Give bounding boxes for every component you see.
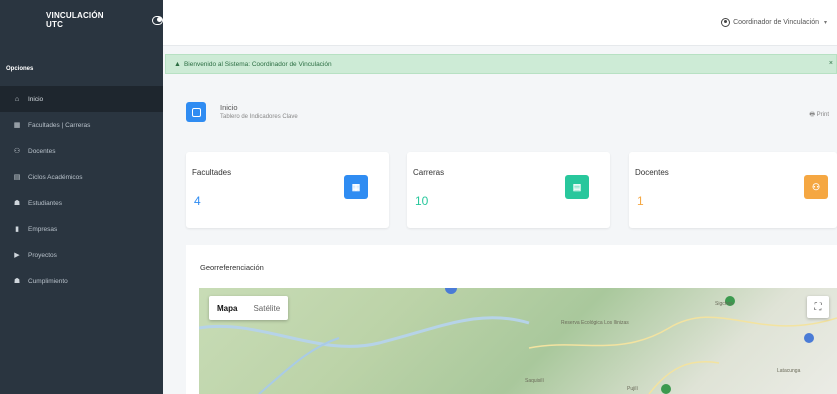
warning-icon: ▲ xyxy=(174,60,181,68)
stat-label: Docentes xyxy=(635,168,669,177)
sidebar-item-label: Proyectos xyxy=(28,251,57,259)
topbar: Coordinador de Vinculación ▾ xyxy=(163,0,837,46)
calendar-icon: ▤ xyxy=(13,174,21,181)
map-terrain xyxy=(199,288,837,394)
stat-card-carreras: Carreras 10 ▤ xyxy=(407,152,610,228)
briefcase-icon: ▮ xyxy=(15,226,19,233)
sidebar-item-docentes[interactable]: ⚇ Docentes xyxy=(0,138,163,164)
stat-value: 10 xyxy=(415,194,429,208)
welcome-alert: ▲ Bienvenido al Sistema: Coordinador de … xyxy=(165,54,837,74)
home-icon xyxy=(186,102,206,122)
sidebar-toggle-icon[interactable] xyxy=(152,15,163,25)
map-label: Saquisilí xyxy=(525,378,544,384)
brand-name: VINCULACIÓN UTC xyxy=(46,11,104,29)
sidebar-item-label: Cumplimiento xyxy=(28,277,68,285)
stat-value: 4 xyxy=(194,194,201,208)
sidebar-item-label: Docentes xyxy=(28,147,56,155)
sidebar-item-label: Estudiantes xyxy=(28,199,62,207)
page-subtitle: Tablero de Indicadores Clave xyxy=(220,114,298,120)
map-label: Latacunga xyxy=(777,368,801,374)
page-header: Inicio Tablero de Indicadores Clave 🖶 Pr… xyxy=(186,100,829,140)
sidebar-item-facultades[interactable]: ▦ Facultades | Carreras xyxy=(0,112,163,138)
user-icon: ⚇ xyxy=(804,175,828,199)
georeference-panel: Georreferenciación Reserva Ecológica Los… xyxy=(186,245,837,394)
fullscreen-icon[interactable]: ⛶ xyxy=(807,296,829,318)
map[interactable]: Reserva Ecológica Los Ilinizas Sigchos S… xyxy=(199,288,837,394)
stat-card-facultades: Facultades 4 ▦ xyxy=(186,152,389,228)
satellite-tab[interactable]: Satélite xyxy=(245,304,288,313)
building-icon: ▦ xyxy=(13,122,21,129)
users-icon: ⚇ xyxy=(13,148,21,155)
user-name: Coordinador de Vinculación xyxy=(733,19,819,26)
book-icon: ▤ xyxy=(565,175,589,199)
sidebar-nav: ⌂ Inicio ▦ Facultades | Carreras ⚇ Docentes ▤ C… xyxy=(0,86,163,294)
sidebar-item-label: Facultades | Carreras xyxy=(28,121,91,129)
map-tab[interactable]: Mapa xyxy=(209,304,245,313)
georeference-title: Georreferenciación xyxy=(200,263,264,272)
print-label: Print xyxy=(816,112,829,118)
sidebar-item-empresas[interactable]: ▮ Empresas xyxy=(0,216,163,242)
sidebar-item-label: Empresas xyxy=(28,225,58,233)
user-circle-icon xyxy=(721,18,731,27)
map-label: Reserva Ecológica Los Ilinizas xyxy=(561,320,629,326)
map-label: Sigchos xyxy=(715,301,733,307)
stat-label: Facultades xyxy=(192,168,232,177)
stat-label: Carreras xyxy=(413,168,445,177)
sidebar-item-ciclos[interactable]: ▤ Ciclos Académicos xyxy=(0,164,163,190)
stat-value: 1 xyxy=(637,194,644,208)
sidebar-item-inicio[interactable]: ⌂ Inicio xyxy=(0,86,163,112)
brand: VINCULACIÓN UTC xyxy=(0,0,163,40)
sidebar: VINCULACIÓN UTC Opciones ⌂ Inicio ▦ Faculta… xyxy=(0,0,163,394)
sidebar-item-estudiantes[interactable]: ☗ Estudiantes xyxy=(0,190,163,216)
sidebar-item-label: Inicio xyxy=(28,95,44,103)
folder-icon: ▶ xyxy=(14,252,20,259)
chevron-down-icon: ▾ xyxy=(823,20,827,26)
stat-card-docentes: Docentes 1 ⚇ xyxy=(629,152,837,228)
check-icon: ☗ xyxy=(13,278,21,285)
sidebar-item-label: Ciclos Académicos xyxy=(28,173,83,181)
sidebar-item-proyectos[interactable]: ▶ Proyectos xyxy=(0,242,163,268)
sidebar-item-cumplimiento[interactable]: ☗ Cumplimiento xyxy=(0,268,163,294)
students-icon: ☗ xyxy=(13,200,21,207)
close-alert-button[interactable]: × xyxy=(829,60,833,67)
map-label: Pujilí xyxy=(627,386,638,392)
map-type-toggle: Mapa Satélite xyxy=(209,296,289,320)
page-title: Inicio xyxy=(220,103,238,112)
building-icon: ▦ xyxy=(344,175,368,199)
home-icon: ⌂ xyxy=(14,95,20,103)
print-button[interactable]: 🖶 Print xyxy=(809,110,829,120)
alert-text: Bienvenido al Sistema: Coordinador de Vi… xyxy=(183,60,332,68)
user-menu[interactable]: Coordinador de Vinculación ▾ xyxy=(721,18,827,27)
